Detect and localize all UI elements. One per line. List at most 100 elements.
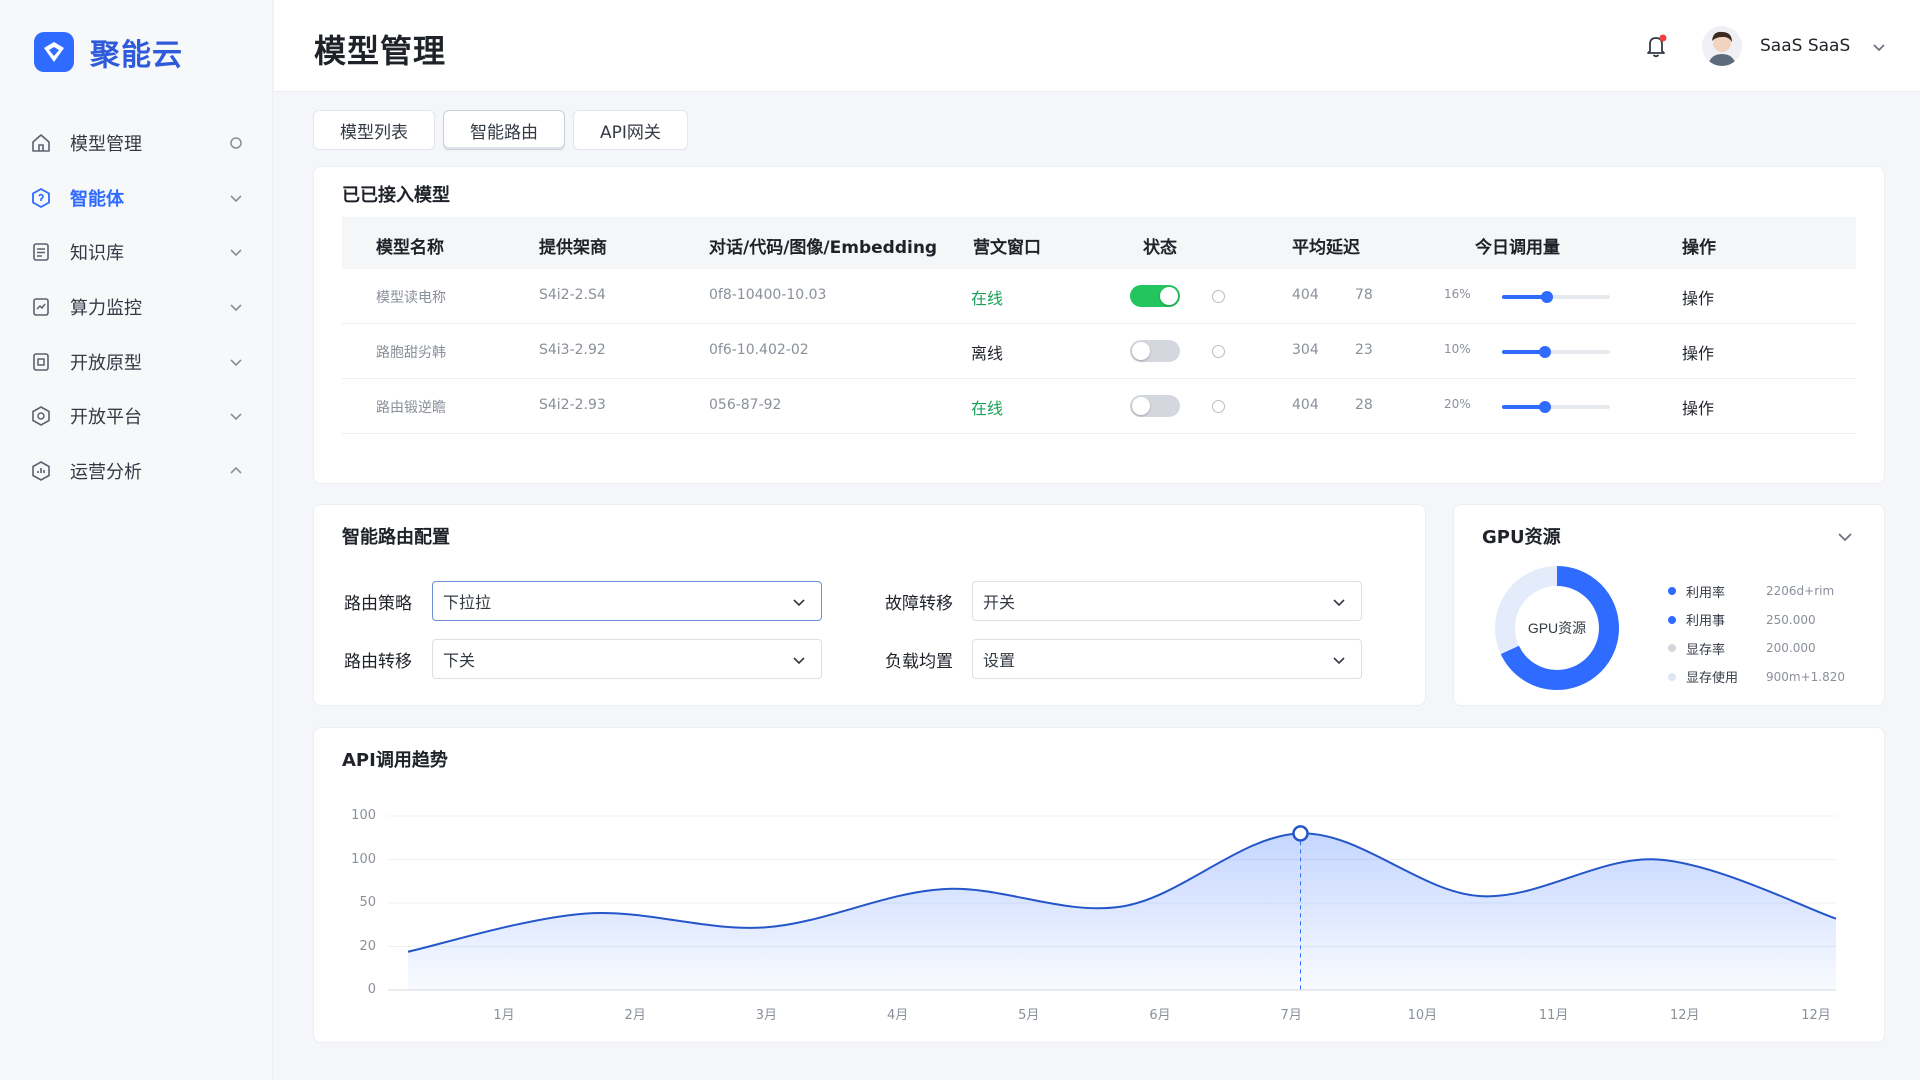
toggle-knob [1132, 397, 1150, 415]
sidebar-item-3[interactable]: 算力监控 [0, 280, 273, 335]
column-header: 平均延迟 [1292, 238, 1360, 258]
platform-icon [30, 405, 52, 427]
chevron-down-icon [793, 599, 805, 607]
notification-bell-icon[interactable] [1642, 32, 1670, 60]
tab-1[interactable]: 智能路由 [443, 110, 565, 150]
latency: 404 [1292, 397, 1319, 413]
data-point [943, 889, 944, 890]
gpu-card: GPU资源 GPU资源 利用率 2206d+rim 利用事 250.000 显存率 200… [1453, 504, 1885, 706]
action-link[interactable]: 操作 [1682, 285, 1714, 309]
column-header: 对话/代码/图像/Embedding [709, 238, 938, 258]
tab-0[interactable]: 模型列表 [313, 110, 435, 150]
data-point [765, 927, 766, 928]
info-icon[interactable] [1212, 400, 1225, 413]
status-toggle[interactable] [1130, 395, 1180, 417]
data-point [408, 951, 409, 952]
chevron-down-icon[interactable] [227, 353, 245, 371]
sidebar-item-2[interactable]: 知识库 [0, 225, 273, 280]
y-tick-label: 0 [367, 982, 376, 997]
sidebar-item-6[interactable]: 运营分析 [0, 444, 273, 499]
username[interactable]: SaaS SaaS [1760, 36, 1850, 56]
legend-item: 利用率 2206d+rim [1668, 581, 1834, 601]
monitor-icon [30, 296, 52, 318]
legend-name: 利用事 [1686, 614, 1726, 629]
latency: 304 [1292, 342, 1319, 358]
brand-name: 聚能云 [90, 38, 183, 73]
latency-secondary: 23 [1355, 342, 1373, 358]
load-balance-select[interactable]: 设置 [972, 639, 1362, 679]
slider-thumb[interactable] [1539, 346, 1552, 358]
action-link[interactable]: 操作 [1682, 340, 1714, 364]
x-tick-label: 12月 [1670, 1008, 1700, 1023]
x-tick-label: 6月 [1149, 1008, 1171, 1023]
chevron-down-icon [793, 657, 805, 665]
sidebar-item-0[interactable]: 模型管理 [0, 116, 273, 171]
home-icon [30, 132, 52, 154]
chevron-down-icon[interactable] [1870, 38, 1888, 56]
sidebar-item-4[interactable]: 开放原型 [0, 334, 273, 389]
legend-value: 200.000 [1766, 641, 1816, 655]
info-icon[interactable] [1212, 345, 1225, 358]
avatar[interactable] [1702, 26, 1742, 66]
chevron-down-icon[interactable] [227, 189, 245, 207]
slider-thumb[interactable] [1539, 401, 1552, 413]
x-tick-label: 2月 [624, 1008, 646, 1023]
routing-strategy-select[interactable]: 下拉拉 [432, 581, 822, 621]
x-tick-label: 1月 [493, 1008, 515, 1023]
chevron-down-icon[interactable] [227, 243, 245, 261]
load-balance-label: 负载均置 [885, 652, 953, 672]
sidebar-nav: 模型管理智能体 知识库 算力监控开放原型开放平台运营分析 [0, 116, 273, 498]
legend-item: 显存率 200.000 [1668, 638, 1816, 658]
status-toggle[interactable] [1130, 285, 1180, 307]
action-link[interactable]: 操作 [1682, 395, 1714, 419]
legend-dot [1668, 644, 1676, 652]
info-icon[interactable] [1212, 290, 1225, 303]
usage-percent: 10% [1444, 342, 1471, 356]
route-transfer-select[interactable]: 下关 [432, 639, 822, 679]
model-name: 路胞甜劣韩 [376, 345, 446, 361]
tab-2[interactable]: API网关 [573, 110, 688, 150]
latency-secondary: 78 [1355, 287, 1373, 303]
y-tick-label: 100 [351, 851, 376, 867]
select-value: 开关 [983, 593, 1016, 612]
x-tick-label: 12月 [1801, 1008, 1831, 1023]
gpu-title: GPU资源 [1482, 527, 1561, 548]
x-tick-label: 4月 [886, 1008, 909, 1023]
provider: S4i2-2.93 [539, 397, 606, 413]
chevron-up-icon[interactable] [227, 462, 245, 480]
latency: 404 [1292, 287, 1319, 303]
sidebar-item-5[interactable]: 开放平台 [0, 389, 273, 444]
x-tick-label: 3月 [755, 1008, 778, 1023]
status-badge: 在线 [971, 399, 1004, 418]
circle-icon[interactable] [227, 134, 245, 152]
usage-slider[interactable] [1502, 401, 1610, 413]
status-toggle[interactable] [1130, 340, 1180, 362]
capabilities: 0f6-10.402-02 [709, 342, 809, 358]
usage-percent: 16% [1444, 287, 1471, 301]
provider: S4i3-2.92 [539, 342, 606, 358]
column-header: 提供架商 [539, 238, 607, 258]
usage-slider[interactable] [1502, 346, 1610, 358]
sidebar-item-label: 模型管理 [70, 134, 142, 156]
legend-value: 900m+1.820 [1766, 669, 1846, 684]
tab-bar: 模型列表 智能路由 API网关 [313, 110, 688, 150]
legend-value: 250.000 [1766, 612, 1816, 627]
usage-slider[interactable] [1502, 291, 1610, 303]
collapse-chevron-icon[interactable] [1835, 527, 1855, 547]
series-area [408, 833, 1836, 990]
sidebar: 聚能云 模型管理智能体 知识库 算力监控开放原型开放平台运营分析 [0, 0, 273, 1080]
logo[interactable]: 聚能云 [34, 30, 183, 74]
sidebar-item-label: 开放原型 [70, 352, 142, 374]
chevron-down-icon[interactable] [227, 407, 245, 425]
routing-strategy-label: 路由策略 [344, 594, 412, 614]
status-badge: 在线 [971, 289, 1004, 308]
slider-thumb[interactable] [1541, 291, 1554, 303]
chevron-down-icon[interactable] [227, 298, 245, 316]
api-trend-card: API调用趋势 100 100 50 20 0 1月 2月 3月 4月 5月 6月 7月 10月 11月 1… [313, 727, 1885, 1043]
column-header: 模型名称 [376, 238, 444, 258]
column-header: 今日调用量 [1475, 238, 1560, 258]
failover-select[interactable]: 开关 [972, 581, 1362, 621]
sidebar-item-label: 运营分析 [70, 461, 142, 483]
legend-item: 利用事 250.000 [1668, 610, 1816, 630]
sidebar-item-1[interactable]: 智能体 [0, 171, 273, 226]
